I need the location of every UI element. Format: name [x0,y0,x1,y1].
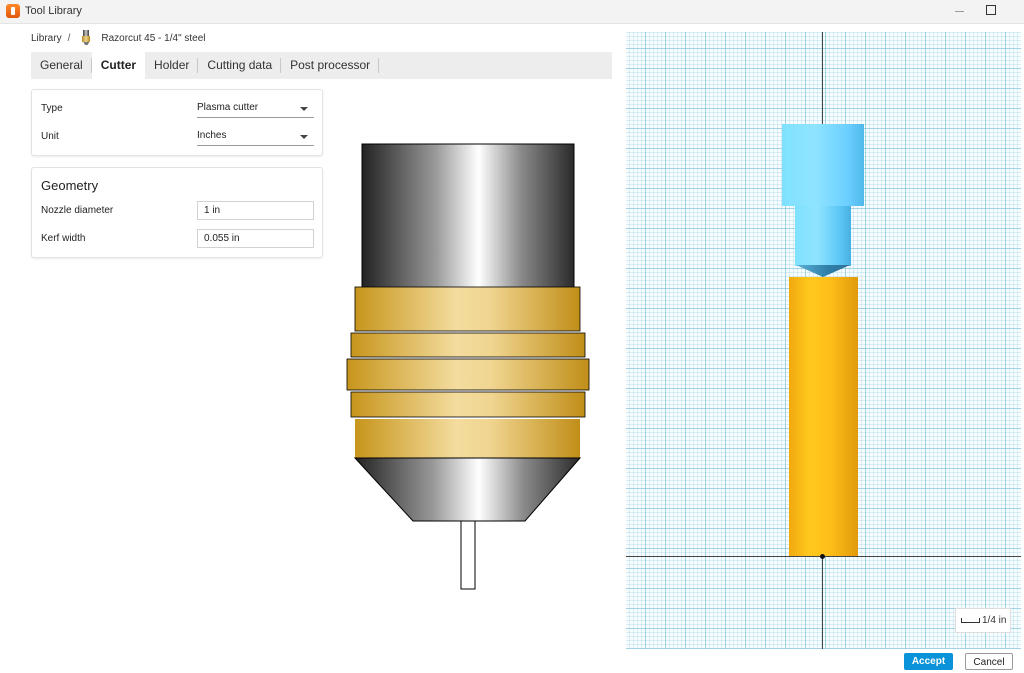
type-label: Type [41,103,63,114]
chevron-down-icon [300,135,308,139]
unit-select[interactable]: Inches [197,129,314,146]
kerf-width-label: Kerf width [41,233,86,244]
scale-indicator: 1/4 in [955,608,1011,633]
breadcrumb-tool-name: Razorcut 45 - 1/4" steel [101,32,206,44]
minimize-icon[interactable] [953,4,967,18]
nozzle-illustration [346,143,590,590]
window-title: Tool Library [25,5,82,17]
origin-point [820,554,825,559]
nozzle-ring [346,358,590,391]
nozzle-cap [361,143,575,289]
unit-label: Unit [41,131,59,142]
cancel-button[interactable]: Cancel [965,653,1013,670]
nozzle-ring [354,286,581,332]
nozzle-ring [355,419,580,458]
nozzle-ring [350,332,586,358]
type-select[interactable]: Plasma cutter [197,101,314,118]
geometry-title: Geometry [41,178,99,193]
breadcrumb: Library / Razorcut 45 - 1/4" steel [31,30,206,46]
tab-cutting-data[interactable]: Cutting data [198,52,282,79]
nozzle-diameter-label: Nozzle diameter [41,205,114,216]
title-bar: Tool Library [0,0,1024,24]
cutter-body [789,277,858,556]
breadcrumb-separator: / [67,32,71,44]
nozzle-ring [350,391,586,418]
tab-cutter[interactable]: Cutter [91,52,146,79]
tool-preview-viewport[interactable] [626,32,1021,649]
tab-bar: General Cutter Holder Cutting data Post … [31,52,612,79]
accept-button[interactable]: Accept [904,653,953,670]
scale-label: 1/4 in [982,615,1007,626]
breadcrumb-root[interactable]: Library [31,33,62,44]
tab-holder[interactable]: Holder [145,52,199,79]
tab-general[interactable]: General [31,52,92,79]
scale-ruler-icon [961,618,980,623]
tab-post-processor[interactable]: Post processor [281,52,380,79]
kerf-width-field[interactable]: 0.055 in [197,229,314,248]
holder-tip [796,265,850,277]
app-icon [6,4,20,18]
type-card: Type Plasma cutter Unit Inches [31,89,323,156]
nozzle-wire [460,520,476,590]
geometry-card: Geometry Nozzle diameter 1 in Kerf width… [31,167,323,258]
nozzle-diameter-field[interactable]: 1 in [197,201,314,220]
maximize-icon[interactable] [986,5,996,15]
holder-body [782,124,864,206]
nozzle-cone [353,457,582,522]
chevron-down-icon [300,107,308,111]
plasma-tool-icon [80,30,92,46]
holder-neck [795,206,851,266]
